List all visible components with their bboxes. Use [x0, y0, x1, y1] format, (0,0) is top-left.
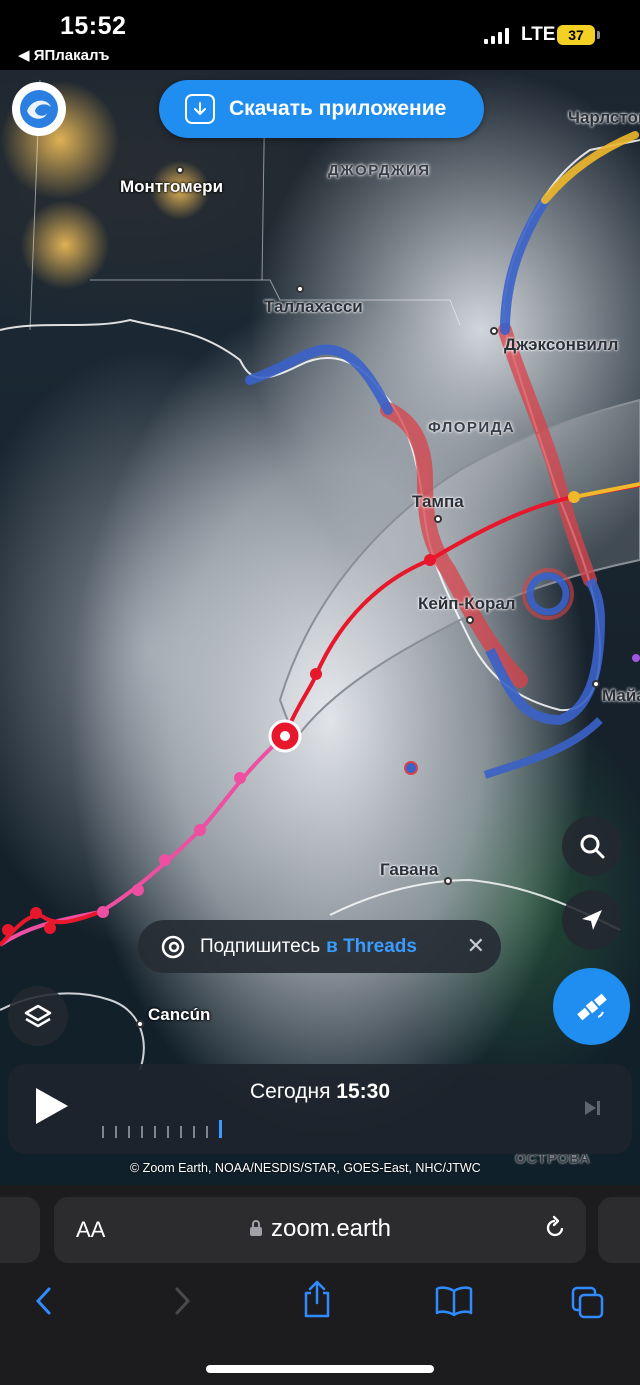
track-point — [194, 824, 206, 836]
book-icon[interactable] — [434, 1285, 474, 1317]
locate-button[interactable] — [562, 890, 622, 950]
label-cape-coral: Кейп-Корал — [418, 594, 516, 613]
city-dot — [592, 680, 600, 688]
label-georgia: ДЖОРДЖИЯ — [328, 162, 431, 179]
download-app-button[interactable]: Скачать приложение — [159, 80, 484, 138]
label-tallahassee: Таллахасси — [264, 297, 363, 316]
threads-banner[interactable]: Подпишитесь в Threads ✕ — [138, 920, 501, 973]
battery-icon: 37 — [557, 25, 600, 45]
city-dot — [444, 877, 452, 885]
label-jacksonville: Джэксонвилл — [504, 335, 619, 354]
storm-watch — [483, 717, 603, 779]
share-icon[interactable] — [300, 1279, 334, 1319]
safari-bottom-toolbar — [0, 1277, 640, 1327]
city-dot — [434, 515, 442, 523]
network-type: LTE — [521, 24, 556, 45]
storm-overlay — [0, 79, 640, 1071]
timeline-tick — [102, 1126, 104, 1138]
search-button[interactable] — [562, 816, 622, 876]
timeline-time-label: Сегодня 15:30 — [8, 1080, 632, 1104]
home-indicator — [206, 1365, 434, 1373]
storm-watch — [500, 195, 550, 335]
address-bar[interactable]: AA zoom.earth — [54, 1197, 586, 1263]
track-point — [159, 854, 171, 866]
lock-icon — [249, 1220, 262, 1236]
city-dot — [136, 1020, 144, 1028]
threads-icon — [161, 935, 185, 958]
location-arrow-icon — [582, 910, 602, 930]
layers-icon — [24, 1004, 52, 1028]
forecast-point — [310, 668, 322, 680]
satellite-icon — [576, 993, 607, 1020]
layers-button[interactable] — [8, 986, 68, 1046]
timeline-time: 15:30 — [336, 1080, 391, 1103]
close-icon[interactable]: ✕ — [467, 933, 485, 959]
tropical-watch — [541, 131, 639, 204]
label-cancun: Cancún — [148, 1005, 211, 1024]
timeline-panel: Сегодня 15:30 — [8, 1064, 632, 1154]
label-charleston: Чарлстон — [568, 108, 640, 127]
track-point — [2, 924, 14, 936]
threads-text: Подпишитесь — [200, 935, 321, 957]
track-point — [132, 884, 144, 896]
forecast-point — [424, 554, 436, 566]
label-montgomery: Монтгомери — [120, 177, 224, 196]
timeline-tick — [115, 1126, 117, 1138]
timeline-tick — [206, 1126, 208, 1138]
past-track — [0, 733, 287, 947]
threads-link[interactable]: в Threads — [326, 936, 417, 958]
url-value: zoom.earth — [270, 1215, 392, 1242]
reload-icon[interactable] — [542, 1215, 568, 1241]
track-point — [97, 906, 109, 918]
download-app-label: Скачать приложение — [229, 97, 447, 120]
other-storm-point — [632, 654, 640, 662]
city-dot — [176, 166, 184, 174]
previous-tab-preview[interactable] — [0, 1197, 40, 1263]
timeline-tick — [193, 1126, 195, 1138]
zoom-earth-logo-icon[interactable] — [12, 82, 66, 136]
timeline-tick-current — [219, 1120, 222, 1138]
timeline-tick — [154, 1126, 156, 1138]
label-havana: Гавана — [380, 860, 439, 879]
status-time: 15:52 — [60, 12, 127, 40]
signal-icon — [484, 28, 509, 44]
track-point — [44, 922, 56, 934]
city-dot — [296, 285, 304, 293]
hurricane-icon — [268, 719, 302, 753]
timeline-tick — [141, 1126, 143, 1138]
skip-end-icon[interactable] — [582, 1098, 602, 1118]
browser-toolbar: AA zoom.earth — [0, 1185, 640, 1385]
tabs-icon[interactable] — [570, 1285, 606, 1319]
timeline-tick — [180, 1126, 182, 1138]
chevron-left-icon[interactable] — [32, 1285, 56, 1317]
chevron-right-icon[interactable] — [170, 1285, 194, 1317]
label-florida: ФЛОРИДА — [428, 419, 516, 436]
city-dot — [490, 327, 498, 335]
track-point — [30, 907, 42, 919]
search-icon — [580, 834, 605, 859]
timeline-day: Сегодня — [249, 1080, 331, 1103]
next-tab-preview[interactable] — [598, 1197, 640, 1263]
small-watch-area — [404, 761, 418, 775]
satellite-button[interactable] — [553, 968, 630, 1045]
timeline-tick — [167, 1126, 169, 1138]
label-miami: Майами — [602, 686, 640, 705]
track-point — [234, 772, 246, 784]
map-attribution: © Zoom Earth, NOAA/NESDIS/STAR, GOES-Eas… — [130, 1161, 481, 1175]
label-tampa: Тампа — [412, 492, 464, 511]
back-to-app-link[interactable]: ◀ ЯПлакалъ — [18, 46, 109, 64]
download-icon — [185, 94, 215, 124]
timeline-tick — [128, 1126, 130, 1138]
status-bar: 15:52 ◀ ЯПлакалъ LTE 37 — [0, 0, 640, 70]
url-text: zoom.earth — [54, 1215, 586, 1243]
timeline-scrubber[interactable] — [102, 1120, 222, 1138]
city-dot — [466, 616, 474, 624]
satellite-map[interactable]: Монтгомери ДЖОРДЖИЯ Чарлстон Таллахасси … — [0, 0, 640, 1185]
forecast-point — [568, 491, 580, 503]
